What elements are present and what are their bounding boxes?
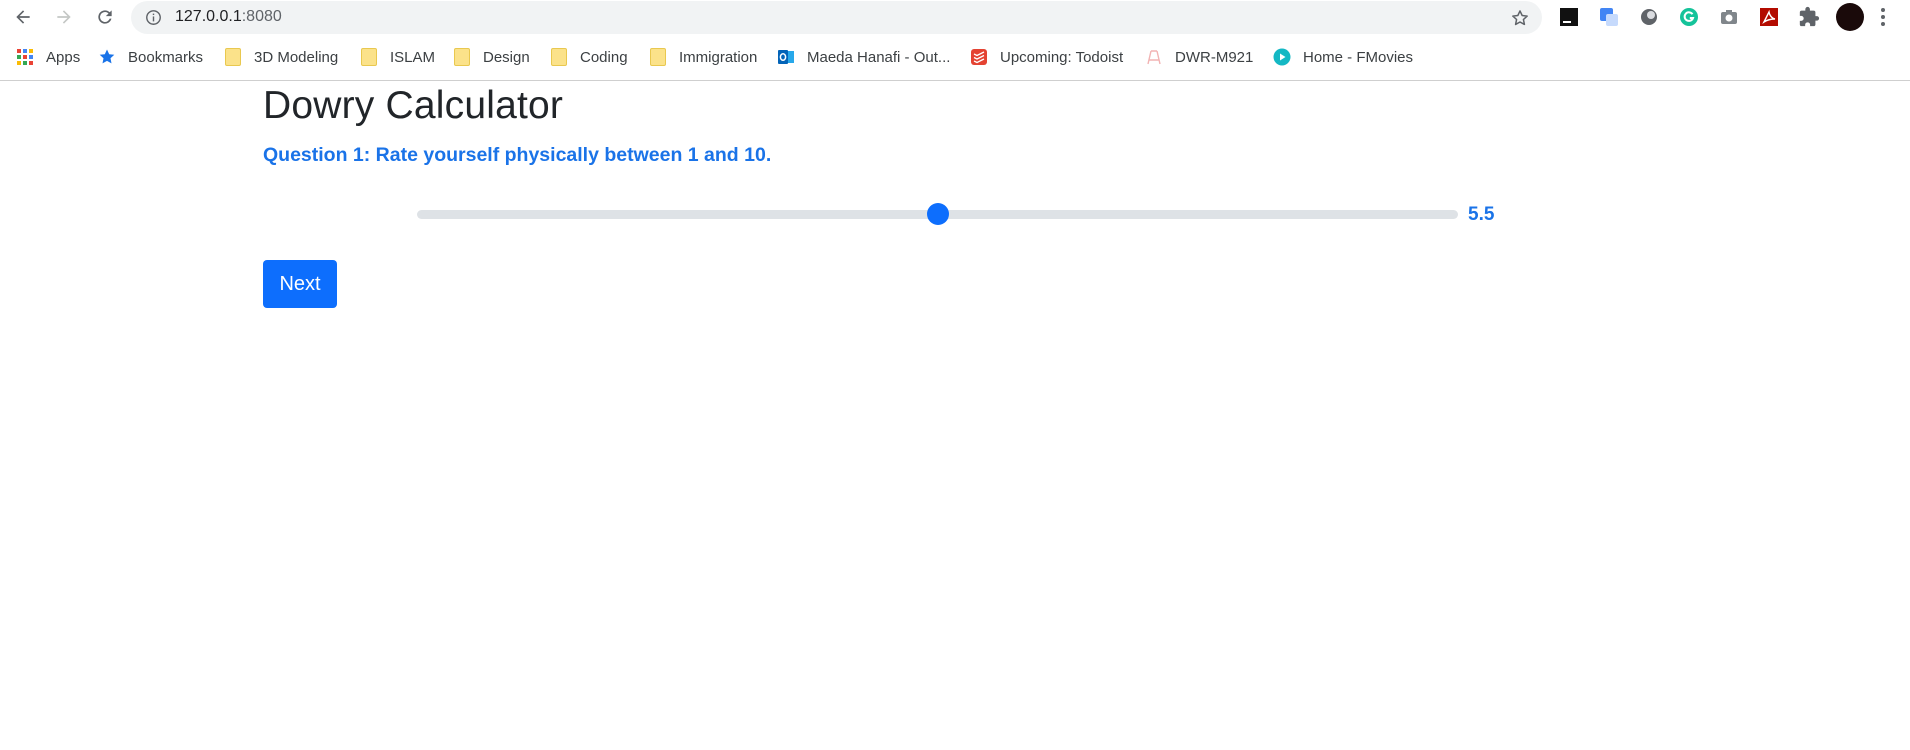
profile-avatar[interactable] <box>1836 3 1864 31</box>
bookmark-label: Coding <box>580 48 628 66</box>
forward-icon[interactable] <box>49 2 79 32</box>
bookmark-label: Maeda Hanafi - Out... <box>807 48 951 66</box>
jetbrains-icon[interactable] <box>1558 6 1580 28</box>
chrome-menu-icon[interactable] <box>1878 6 1888 28</box>
play-icon <box>1273 48 1291 66</box>
bookmark-folder-design[interactable]: Design <box>453 45 530 69</box>
site-info-icon[interactable] <box>145 9 162 26</box>
address-bar[interactable]: 127.0.0.1:8080 <box>131 1 1542 34</box>
grammarly-icon[interactable] <box>1678 6 1700 28</box>
folder-icon <box>550 48 568 66</box>
bookmark-star-icon[interactable] <box>1510 8 1530 28</box>
browser-toolbar: 127.0.0.1:8080 <box>0 0 1910 34</box>
bookmark-label: Apps <box>46 48 81 66</box>
camera-icon[interactable] <box>1718 6 1740 28</box>
bookmark-folder-3d-modeling[interactable]: 3D Modeling <box>224 45 338 69</box>
bookmark-outlook[interactable]: Maeda Hanafi - Out... <box>777 45 950 69</box>
bookmark-todoist[interactable]: Upcoming: Todoist <box>970 45 1123 69</box>
bookmark-bookmarks[interactable]: Bookmarks <box>98 45 203 69</box>
folder-icon <box>453 48 471 66</box>
bookmark-folder-islam[interactable]: ISLAM <box>360 45 435 69</box>
folder-icon <box>649 48 667 66</box>
bookmark-folder-coding[interactable]: Coding <box>550 45 628 69</box>
url-port: :8080 <box>241 8 282 25</box>
next-button[interactable]: Next <box>263 260 337 308</box>
acrobat-icon[interactable] <box>1758 6 1780 28</box>
back-icon[interactable] <box>8 2 38 32</box>
folder-icon <box>360 48 378 66</box>
bookmark-label: Design <box>483 48 530 66</box>
bookmark-label: Immigration <box>679 48 758 66</box>
router-icon <box>1145 48 1163 66</box>
bookmark-label: 3D Modeling <box>254 48 339 66</box>
bookmark-folder-immigration[interactable]: Immigration <box>649 45 757 69</box>
url-text: 127.0.0.1:8080 <box>175 8 282 26</box>
star-icon <box>98 48 116 66</box>
slider-value-label: 5.5 <box>1468 204 1495 225</box>
apps-grid-icon <box>16 48 34 66</box>
bookmark-label: ISLAM <box>390 48 436 66</box>
folder-icon <box>224 48 242 66</box>
page-title: Dowry Calculator <box>263 84 564 127</box>
bookmark-label: Upcoming: Todoist <box>1000 48 1124 66</box>
rating-slider-thumb[interactable] <box>926 203 949 225</box>
url-host: 127.0.0.1 <box>175 8 242 25</box>
bookmark-apps[interactable]: Apps <box>16 45 80 69</box>
chrome-divider <box>0 80 1910 81</box>
bookmark-fmovies[interactable]: Home - FMovies <box>1273 45 1413 69</box>
bookmark-label: DWR-M921 <box>1175 48 1254 66</box>
outlook-icon <box>777 48 795 66</box>
puzzle-icon[interactable] <box>1798 6 1820 28</box>
bookmarks-bar: Apps Bookmarks 3D Modeling ISLAM Design … <box>0 43 1910 71</box>
google-translate-icon[interactable] <box>1598 6 1620 28</box>
bookmark-dwr[interactable]: DWR-M921 <box>1145 45 1253 69</box>
question-text: Question 1: Rate yourself physically bet… <box>263 144 772 166</box>
bookmark-label: Bookmarks <box>128 48 204 66</box>
circle-extension-icon[interactable] <box>1638 6 1660 28</box>
reload-icon[interactable] <box>90 2 120 32</box>
todoist-icon <box>970 48 988 66</box>
bookmark-label: Home - FMovies <box>1303 48 1414 66</box>
